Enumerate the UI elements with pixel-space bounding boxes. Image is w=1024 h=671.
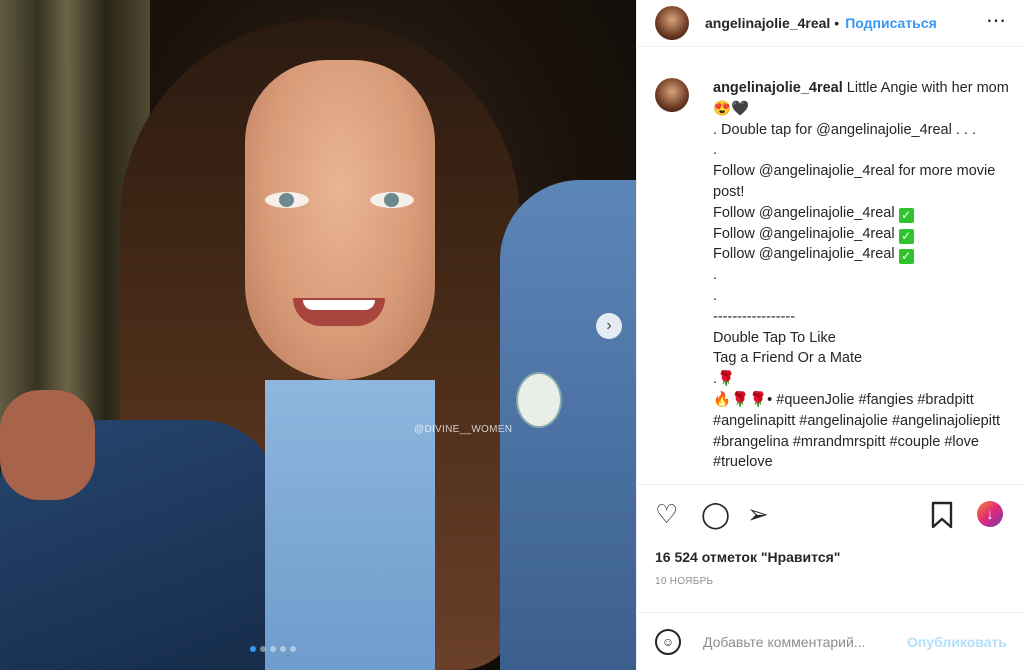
- chevron-right-icon: ›: [606, 317, 612, 334]
- post-date: 10 НОЯБРЬ: [655, 576, 714, 587]
- caption-line: .: [713, 142, 718, 159]
- badge-pin: [516, 372, 562, 428]
- caption-line: .🌹: [713, 371, 736, 388]
- caption-line: Double Tap To Like: [713, 329, 836, 346]
- author-username[interactable]: angelinajolie_4real: [705, 15, 830, 31]
- igtv-badge: ↓: [977, 501, 1003, 527]
- right-jacket: [500, 180, 636, 670]
- photo-watermark: @DIVINE__WOMEN: [414, 424, 513, 435]
- comment-bar: ☺ Опубликовать: [637, 612, 1024, 671]
- caption-follow-line: Follow @angelinajolie_4real ✓: [713, 203, 1011, 224]
- caption-username[interactable]: angelinajolie_4real: [713, 80, 843, 96]
- caption-follow-line: Follow @angelinajolie_4real ✓: [713, 244, 1011, 265]
- checkmark-icon: ✓: [898, 228, 914, 244]
- likes-count[interactable]: 16 524 отметок "Нравится": [655, 549, 840, 565]
- caption-line: -----------------: [713, 308, 796, 325]
- checkmark-icon: ✓: [898, 249, 914, 265]
- caption-line: .: [713, 267, 718, 284]
- post-side-panel: angelinajolie_4real • Подписаться ⋯ ange…: [636, 0, 1024, 670]
- carousel-dot: [250, 646, 256, 652]
- carousel-dot: [270, 646, 276, 652]
- post-photo[interactable]: @DIVINE__WOMEN ›: [0, 0, 636, 670]
- publish-button[interactable]: Опубликовать: [907, 634, 1007, 650]
- bookmark-icon[interactable]: [929, 501, 955, 533]
- heart-icon[interactable]: ♡: [655, 501, 678, 527]
- caption-line: Follow @angelinajolie_4real: [713, 246, 895, 263]
- next-photo-button[interactable]: ›: [596, 313, 622, 339]
- smile: [293, 298, 385, 326]
- comment-icon[interactable]: ◯: [701, 501, 730, 527]
- caption-follow-line: Follow @angelinajolie_4real ✓: [713, 224, 1011, 245]
- right-eye: [370, 192, 414, 208]
- caption-text: angelinajolie_4real Little Angie with he…: [713, 78, 1011, 480]
- igtv-icon[interactable]: ↓: [977, 501, 1003, 527]
- caption-line: Follow @angelinajolie_4real: [713, 225, 895, 242]
- carousel-dots: [250, 646, 296, 652]
- caption-hashtags[interactable]: 🔥🌹🌹• #queenJolie #fangies #bradpitt #ang…: [713, 390, 1011, 473]
- caption-line: .: [713, 287, 718, 304]
- caption-line: Follow @angelinajolie_4real for more mov…: [713, 163, 996, 200]
- hand-on-shoulder: [0, 390, 95, 500]
- carousel-dot: [260, 646, 266, 652]
- author-avatar[interactable]: [655, 6, 689, 40]
- follow-button[interactable]: Подписаться: [845, 15, 937, 31]
- comment-input[interactable]: [701, 633, 905, 651]
- caption-line: . Double tap for @angelinajolie_4real . …: [713, 121, 976, 138]
- instagram-post-view: @DIVINE__WOMEN › angelinajolie_4real • П…: [0, 0, 1024, 670]
- face: [245, 60, 435, 380]
- caption-avatar[interactable]: [655, 78, 689, 112]
- emoji-icon[interactable]: ☺: [655, 629, 681, 655]
- more-options-icon[interactable]: ⋯: [986, 8, 1007, 33]
- carousel-dot: [290, 646, 296, 652]
- post-actions-bar: ♡ ◯ ➢ ↓: [637, 484, 1024, 543]
- denim-shirt: [265, 380, 435, 670]
- checkmark-icon: ✓: [898, 207, 914, 223]
- caption-line: Follow @angelinajolie_4real: [713, 204, 895, 221]
- share-icon[interactable]: ➢: [747, 501, 769, 527]
- post-header: angelinajolie_4real • Подписаться ⋯: [637, 0, 1024, 47]
- carousel-dot: [280, 646, 286, 652]
- header-separator: •: [834, 15, 840, 31]
- caption-line: Tag a Friend Or a Mate: [713, 350, 863, 367]
- post-caption: angelinajolie_4real Little Angie with he…: [655, 78, 1015, 480]
- left-eye: [265, 192, 309, 208]
